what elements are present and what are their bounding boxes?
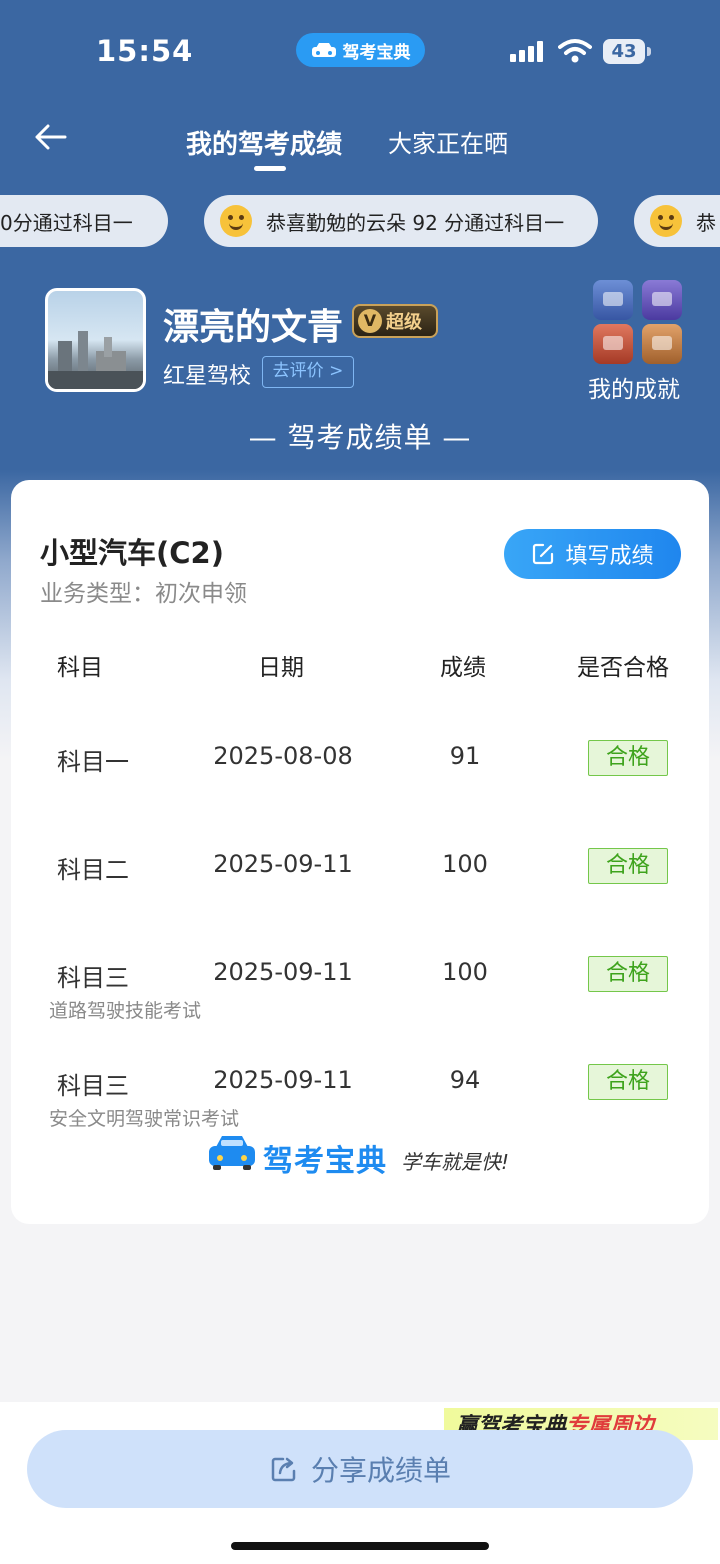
- medal-icon: [593, 280, 633, 320]
- active-tab-indicator: [254, 166, 286, 171]
- row-date: 2025-09-11: [213, 1066, 353, 1094]
- row-score: 91: [449, 742, 481, 770]
- vip-badge[interactable]: V 超级: [352, 304, 438, 338]
- ticker-text: 恭: [696, 210, 716, 235]
- pass-badge: 合格: [588, 956, 668, 992]
- my-achievements-label[interactable]: 我的成就: [588, 370, 680, 404]
- medal-icon: [642, 280, 682, 320]
- row-subject: 科目三: [57, 964, 129, 992]
- wifi-icon: [558, 39, 592, 63]
- ticker-text: 恭喜勤勉的云朵 92 分通过科目一: [266, 210, 565, 235]
- row-score: 100: [442, 850, 488, 878]
- pass-badge: 合格: [588, 1064, 668, 1100]
- row-note: 道路驾驶技能考试: [49, 1000, 202, 1022]
- tab-everyone-sharing[interactable]: 大家正在晒: [388, 124, 508, 159]
- vip-label: 超级: [386, 312, 422, 333]
- app-name: 驾考宝典: [342, 42, 411, 63]
- medal-icon: [593, 324, 633, 364]
- username: 漂亮的文青: [163, 307, 344, 348]
- ticker-text: 0分通过科目一: [0, 210, 133, 235]
- medal-icon: [642, 324, 682, 364]
- car-logo-icon: [209, 1136, 255, 1170]
- table-row: 科目三 2025-09-11 100 合格 道路驾驶技能考试: [11, 956, 709, 1048]
- pass-badge: 合格: [588, 848, 668, 884]
- back-arrow-icon[interactable]: [32, 122, 68, 152]
- row-subject: 科目二: [57, 856, 129, 884]
- table-row: 科目二 2025-09-11 100 合格: [11, 848, 709, 940]
- row-date: 2025-09-11: [213, 958, 353, 986]
- app-indicator-pill[interactable]: 驾考宝典: [296, 33, 425, 67]
- pass-badge: 合格: [588, 740, 668, 776]
- column-header-score: 成绩: [440, 655, 486, 681]
- congrats-ticker: 0分通过科目一 恭喜勤勉的云朵 92 分通过科目一 恭: [0, 195, 720, 249]
- achievement-medals[interactable]: [590, 280, 690, 370]
- avatar[interactable]: [45, 288, 146, 392]
- brand-logo: 驾考宝典 学车就是快!: [207, 1132, 517, 1179]
- row-score: 94: [449, 1066, 481, 1094]
- score-card: 小型汽车(C2) 业务类型：初次申领 填写成绩 科目 日期 成绩 是否合格 科目…: [11, 480, 709, 1224]
- brand-slogan: 学车就是快!: [401, 1150, 510, 1174]
- column-header-date: 日期: [258, 655, 304, 681]
- top-nav: 我的驾考成绩 大家正在晒: [0, 110, 720, 180]
- section-title: — 驾考成绩单 —: [248, 421, 472, 454]
- car-type: 小型汽车(C2): [40, 536, 224, 570]
- party-face-icon: [220, 205, 252, 237]
- driving-school: 红星驾校: [163, 364, 252, 389]
- share-scorecard-button[interactable]: 分享成绩单: [27, 1430, 693, 1508]
- ticker-chip[interactable]: 恭喜勤勉的云朵 92 分通过科目一: [204, 195, 598, 247]
- column-header-subject: 科目: [57, 655, 103, 681]
- share-icon: [271, 1457, 296, 1482]
- brand-name: 驾考宝典: [263, 1144, 387, 1179]
- status-bar: 15:54 驾考宝典 43: [0, 0, 720, 100]
- row-subject: 科目一: [57, 748, 129, 776]
- vip-v-icon: V: [358, 309, 382, 333]
- column-header-pass: 是否合格: [577, 655, 669, 681]
- row-date: 2025-09-11: [213, 850, 353, 878]
- edit-icon: [533, 543, 554, 565]
- business-type: 业务类型：初次申领: [40, 581, 247, 607]
- row-date: 2025-08-08: [213, 742, 353, 770]
- table-row: 科目一 2025-08-08 91 合格: [11, 740, 709, 832]
- status-time: 15:54: [96, 34, 194, 68]
- battery-indicator: 43: [603, 39, 651, 64]
- car-icon: [311, 43, 336, 57]
- row-score: 100: [442, 958, 488, 986]
- tab-my-scores[interactable]: 我的驾考成绩: [186, 124, 342, 161]
- ticker-chip[interactable]: 恭: [634, 195, 720, 247]
- signal-icon: [510, 41, 543, 62]
- share-label: 分享成绩单: [310, 1454, 451, 1487]
- row-subject: 科目三: [57, 1072, 129, 1100]
- factory-photo: [48, 331, 143, 389]
- ticker-chip[interactable]: 0分通过科目一: [0, 195, 168, 247]
- rate-school-button[interactable]: 去评价 >: [262, 356, 354, 388]
- smile-face-icon: [650, 205, 682, 237]
- home-indicator[interactable]: [231, 1542, 489, 1550]
- fill-score-button[interactable]: 填写成绩: [504, 529, 681, 579]
- fill-score-label: 填写成绩: [565, 544, 654, 569]
- row-note: 安全文明驾驶常识考试: [49, 1108, 240, 1130]
